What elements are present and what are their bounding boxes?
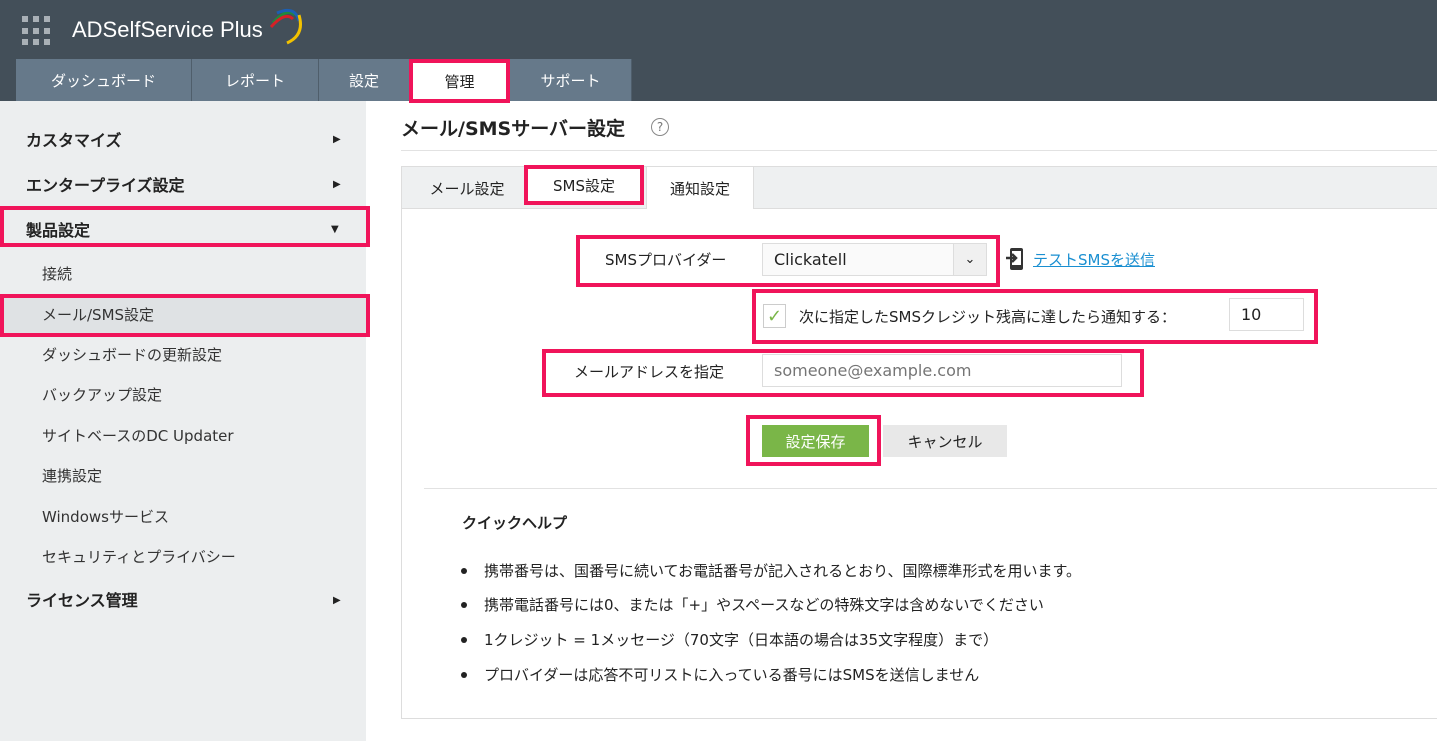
provider-value: Clickatell	[774, 250, 847, 269]
sidebar-enterprise[interactable]: エンタープライズ設定	[26, 172, 185, 196]
notify-credit-input[interactable]: 10	[1229, 298, 1304, 331]
sidebar-item-backup[interactable]: バックアップ設定	[42, 384, 162, 405]
sidebar-item-mail-sms[interactable]: メール/SMS設定	[42, 304, 154, 325]
sidebar-customize[interactable]: カスタマイズ	[26, 127, 122, 151]
chevron-right-icon: ▶	[333, 134, 341, 145]
app-grid-icon[interactable]	[22, 16, 52, 46]
sidebar-item-security[interactable]: セキュリティとプライバシー	[42, 546, 236, 567]
provider-label: SMSプロバイダー	[605, 251, 727, 269]
mobile-send-icon	[1006, 248, 1023, 270]
divider	[401, 150, 1437, 151]
chevron-down-icon: ▼	[331, 224, 339, 235]
nav-tab-settings[interactable]: 設定	[319, 59, 410, 101]
nav-tab-dashboard[interactable]: ダッシュボード	[16, 59, 192, 101]
quick-help-text: 携帯電話番号には0、または「+」やスペースなどの特殊文字は含めないでください	[484, 596, 1044, 614]
notify-checkbox[interactable]: ✓	[763, 304, 786, 328]
quick-help-item: 1クレジット = 1メッセージ（70文字（日本語の場合は35文字程度）まで）	[460, 629, 999, 650]
quick-help-title: クイックヘルプ	[462, 514, 568, 532]
tab-mail[interactable]: メール設定	[412, 167, 522, 209]
chevron-right-icon: ▶	[333, 595, 341, 606]
sidebar-item-dc-updater[interactable]: サイトベースのDC Updater	[42, 425, 234, 446]
divider	[424, 488, 1437, 489]
chevron-down-icon[interactable]: ⌄	[953, 244, 986, 275]
cancel-button[interactable]: キャンセル	[883, 425, 1007, 457]
notify-label: 次に指定したSMSクレジット残高に達したら通知する：	[799, 308, 1176, 326]
sidebar	[0, 101, 366, 741]
nav-tab-admin[interactable]: 管理	[409, 59, 510, 103]
quick-help-item: 携帯電話番号には0、または「+」やスペースなどの特殊文字は含めないでください	[461, 594, 1044, 615]
logo-swoosh-icon	[269, 8, 302, 45]
app-logo: ADSelfService Plus	[72, 17, 263, 42]
quick-help-text: プロバイダーは応答不可リストに入っている番号にはSMSを送信しません	[484, 666, 980, 684]
chevron-right-icon: ▶	[333, 179, 341, 190]
quick-help-item: 携帯番号は、国番号に続いてお電話番号が記入されるとおり、国際標準形式を用います。	[460, 560, 1082, 581]
page-title: メール/SMSサーバー設定	[401, 118, 626, 140]
email-input[interactable]	[762, 354, 1122, 387]
provider-select[interactable]: Clickatell ⌄	[762, 243, 987, 276]
test-sms-link[interactable]: テストSMSを送信	[1033, 249, 1155, 270]
quick-help-text: 携帯番号は、国番号に続いてお電話番号が記入されるとおり、国際標準形式を用います。	[484, 562, 1082, 580]
sidebar-item-integration[interactable]: 連携設定	[42, 465, 102, 486]
email-label: メールアドレスを指定	[574, 363, 725, 381]
sidebar-license[interactable]: ライセンス管理	[26, 587, 138, 611]
quick-help-text: 1クレジット = 1メッセージ（70文字（日本語の場合は35文字程度）まで）	[484, 631, 999, 649]
sidebar-item-windows-services[interactable]: Windowsサービス	[42, 506, 169, 527]
nav-tab-reports[interactable]: レポート	[192, 59, 319, 101]
sidebar-item-dashboard-update[interactable]: ダッシュボードの更新設定	[42, 344, 222, 365]
help-icon[interactable]: ?	[651, 118, 669, 136]
quick-help-item: プロバイダーは応答不可リストに入っている番号にはSMSを送信しません	[460, 664, 980, 685]
nav-tab-support[interactable]: サポート	[510, 59, 632, 101]
sidebar-product[interactable]: 製品設定	[26, 217, 90, 241]
tab-notification[interactable]: 通知設定	[646, 167, 754, 209]
sidebar-item-connection[interactable]: 接続	[42, 263, 72, 284]
save-button[interactable]: 設定保存	[762, 425, 869, 457]
tab-sms[interactable]: SMS設定	[524, 165, 644, 205]
